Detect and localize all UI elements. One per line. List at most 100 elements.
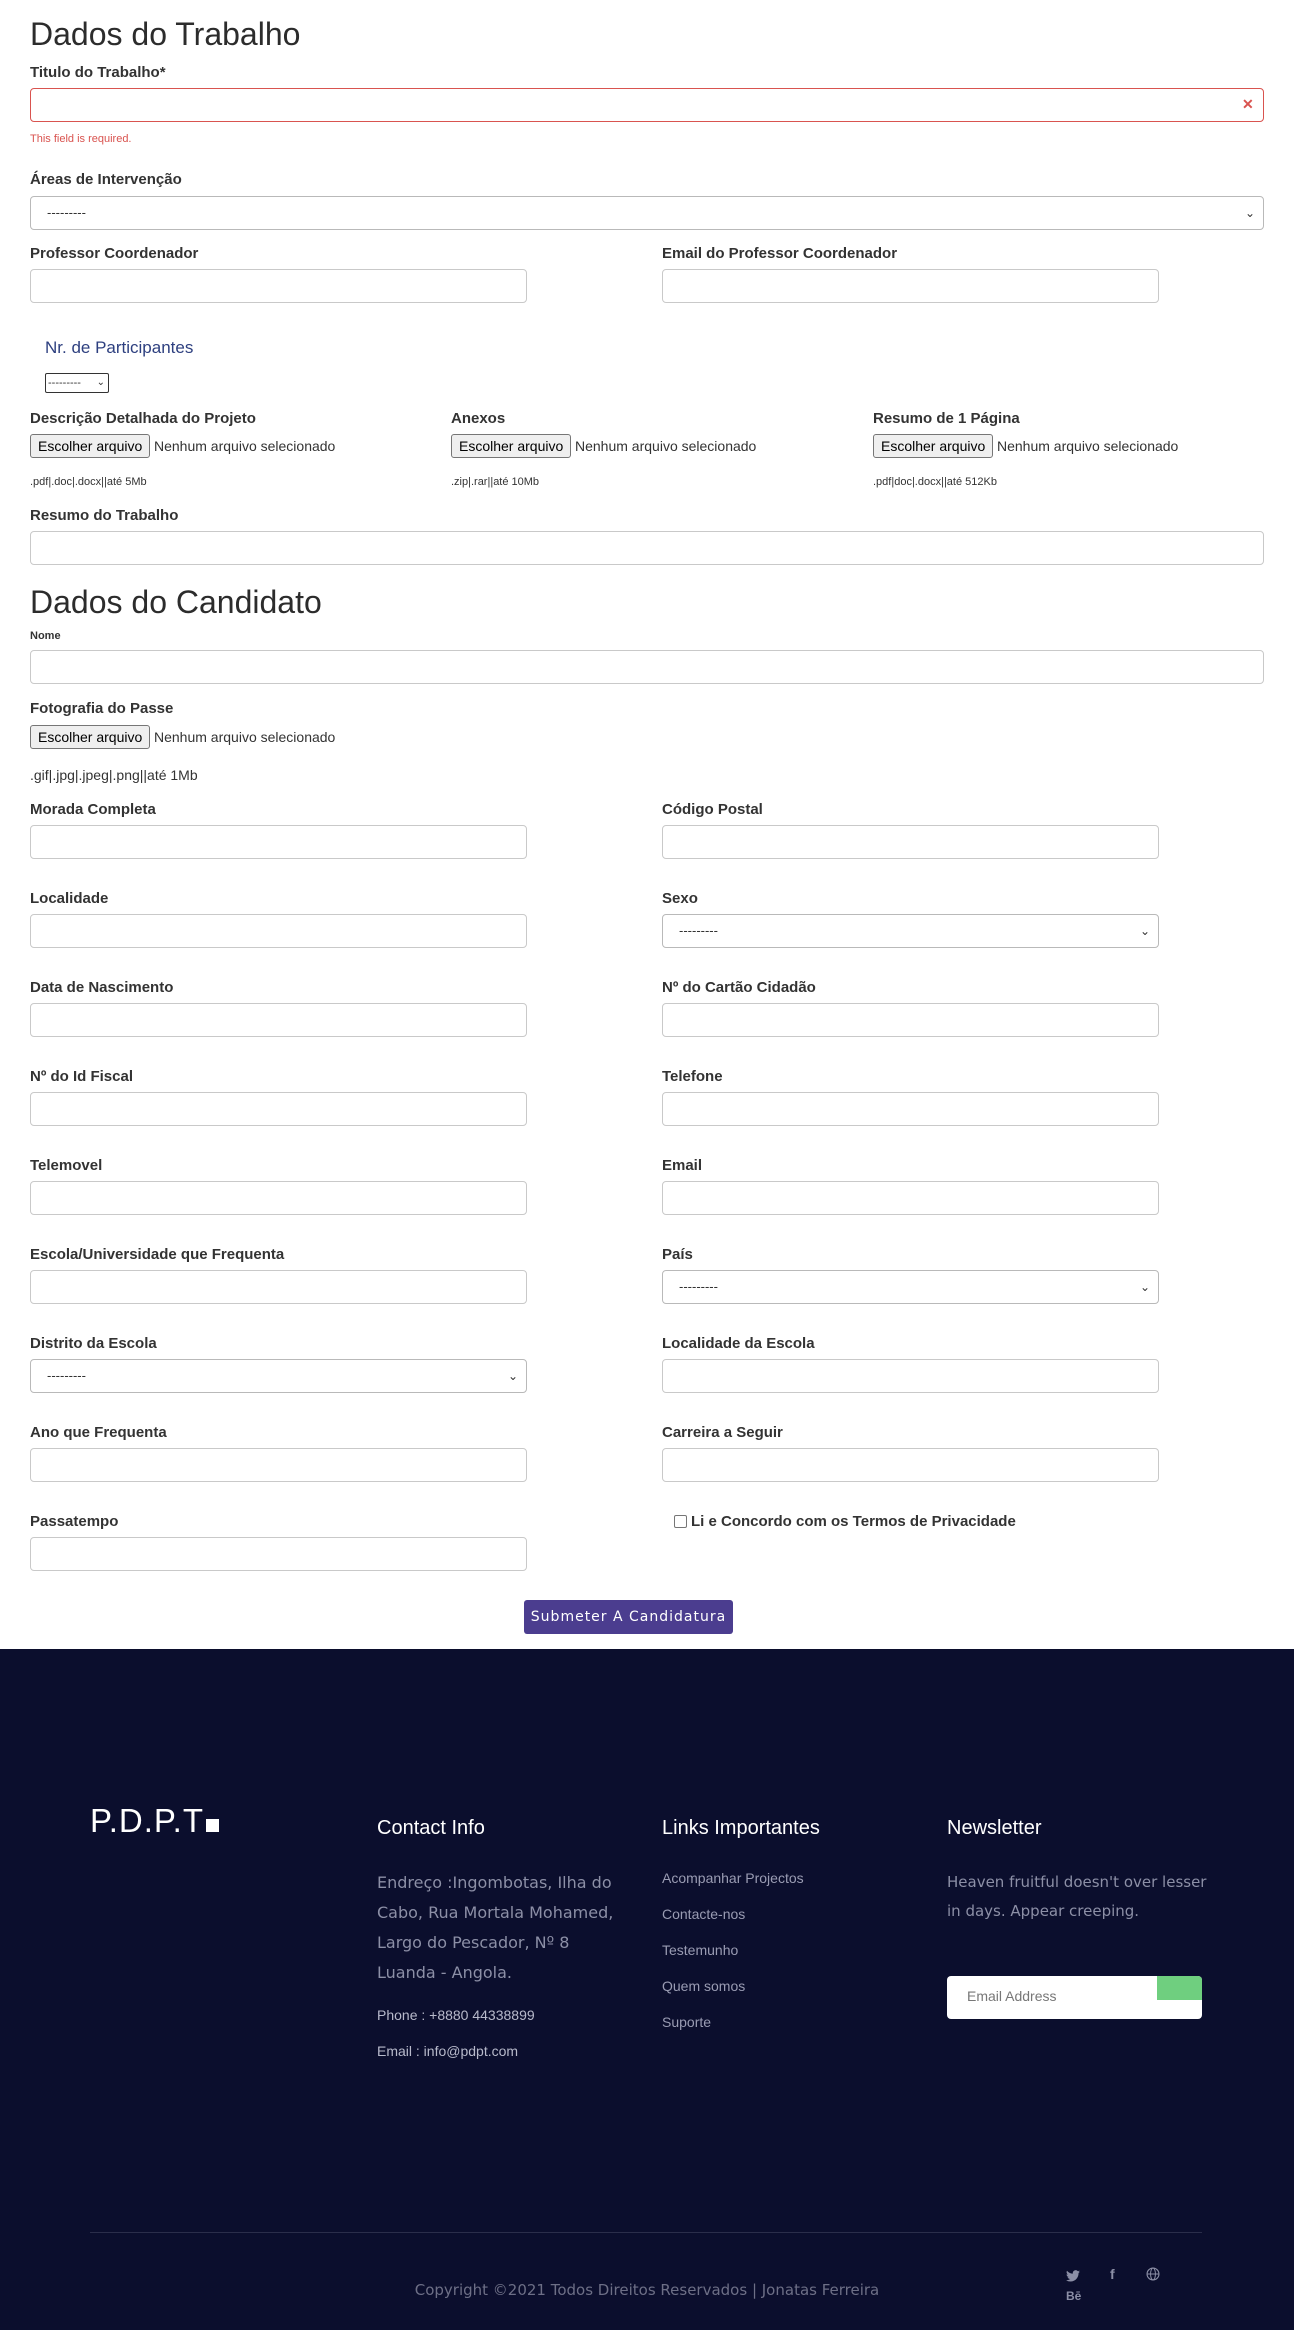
- areas-select[interactable]: --------- ⌄: [30, 196, 1264, 230]
- participantes-select-value: ---------: [48, 377, 81, 389]
- carreira-input[interactable]: [662, 1448, 1159, 1482]
- anexos-hint: .zip|.rar||até 10Mb: [451, 476, 540, 488]
- cartao-input[interactable]: [662, 1003, 1159, 1037]
- newsletter-submit-button[interactable]: [1157, 1976, 1202, 2000]
- areas-label: Áreas de Intervenção: [30, 171, 182, 188]
- areas-select-value: ---------: [47, 205, 86, 220]
- copyright: Copyright ©2021 Todos Direitos Reservado…: [414, 2281, 880, 2299]
- termos-checkbox[interactable]: [674, 1515, 687, 1528]
- distrito-select[interactable]: --------- ⌄: [30, 1359, 527, 1393]
- chevron-down-icon: ⌄: [96, 377, 105, 388]
- descricao-hint: .pdf|.doc|.docx||até 5Mb: [30, 476, 147, 488]
- newsletter-email-placeholder: Email Address: [967, 1988, 1057, 2004]
- links-title: Links Importantes: [662, 1817, 820, 1839]
- telefone-label: Telefone: [662, 1068, 723, 1085]
- facebook-icon[interactable]: f: [1110, 2266, 1115, 2282]
- descricao-file-button[interactable]: Escolher arquivo: [30, 434, 151, 458]
- localidade-label: Localidade: [30, 890, 109, 907]
- carreira-label: Carreira a Seguir: [662, 1424, 783, 1441]
- codigo-input[interactable]: [662, 825, 1159, 859]
- chevron-down-icon: ⌄: [1139, 924, 1150, 938]
- nascimento-input[interactable]: [30, 1003, 527, 1037]
- participantes-select[interactable]: --------- ⌄: [45, 373, 109, 393]
- email-prof-label: Email do Professor Coordenador: [662, 245, 898, 262]
- telemovel-input[interactable]: [30, 1181, 527, 1215]
- sexo-select-value: ---------: [679, 923, 718, 938]
- link-testemunho[interactable]: Testemunho: [662, 1942, 738, 1958]
- resumo-label: Resumo do Trabalho: [30, 507, 179, 524]
- link-acompanhar[interactable]: Acompanhar Projectos: [662, 1870, 804, 1886]
- resumo-input[interactable]: [30, 531, 1264, 565]
- sexo-select[interactable]: --------- ⌄: [662, 914, 1159, 948]
- nascimento-label: Data de Nascimento: [30, 979, 174, 996]
- nome-input[interactable]: [30, 650, 1264, 684]
- footer-logo[interactable]: P.D.P.T: [90, 1802, 220, 1840]
- titulo-label: Titulo do Trabalho*: [30, 64, 166, 81]
- link-contacte[interactable]: Contacte-nos: [662, 1906, 745, 1922]
- pais-select[interactable]: --------- ⌄: [662, 1270, 1159, 1304]
- ano-label: Ano que Frequenta: [30, 1424, 167, 1441]
- telefone-input[interactable]: [662, 1092, 1159, 1126]
- participantes-label: Nr. de Participantes: [45, 338, 194, 357]
- twitter-icon[interactable]: [1066, 2269, 1080, 2285]
- passatempo-label: Passatempo: [30, 1513, 119, 1530]
- codigo-label: Código Postal: [662, 801, 763, 818]
- escola-label: Escola/Universidade que Frequenta: [30, 1246, 285, 1263]
- newsletter-text: Heaven fruitful doesn't over lesser in d…: [947, 1873, 1207, 1920]
- distrito-select-value: ---------: [47, 1368, 86, 1383]
- newsletter-email-input[interactable]: Email Address: [947, 1976, 1202, 2019]
- clear-icon[interactable]: ✕: [1242, 96, 1254, 113]
- contact-address: Endreço :Ingombotas, Ilha do Cabo, Rua M…: [377, 1873, 614, 1982]
- escola-input[interactable]: [30, 1270, 527, 1304]
- descricao-label: Descrição Detalhada do Projeto: [30, 410, 256, 427]
- email-label: Email: [662, 1157, 703, 1174]
- section-title-candidato: Dados do Candidato: [30, 584, 322, 620]
- section-title-trabalho: Dados do Trabalho: [30, 16, 301, 52]
- localidade-escola-input[interactable]: [662, 1359, 1159, 1393]
- link-suporte[interactable]: Suporte: [662, 2014, 711, 2030]
- contact-phone: Phone : +8880 44338899: [377, 2007, 535, 2023]
- chevron-down-icon: ⌄: [1139, 1280, 1150, 1294]
- contact-email: Email : info@pdpt.com: [377, 2043, 519, 2059]
- fiscal-input[interactable]: [30, 1092, 527, 1126]
- morada-input[interactable]: [30, 825, 527, 859]
- distrito-label: Distrito da Escola: [30, 1335, 157, 1352]
- newsletter-title: Newsletter: [947, 1817, 1042, 1839]
- pais-label: País: [662, 1246, 693, 1263]
- email-prof-input[interactable]: [662, 269, 1159, 303]
- professor-input[interactable]: [30, 269, 527, 303]
- titulo-input[interactable]: [30, 88, 1264, 122]
- anexos-label: Anexos: [451, 410, 506, 427]
- submit-button[interactable]: Submeter A Candidatura: [524, 1600, 733, 1634]
- foto-label: Fotografia do Passe: [30, 700, 174, 717]
- resumo1-hint: .pdf|doc|.docx||até 512Kb: [873, 476, 997, 488]
- email-input[interactable]: [662, 1181, 1159, 1215]
- sexo-label: Sexo: [662, 890, 698, 907]
- morada-label: Morada Completa: [30, 801, 156, 818]
- anexos-file-button[interactable]: Escolher arquivo: [451, 434, 572, 458]
- resumo1-label: Resumo de 1 Página: [873, 410, 1020, 427]
- contact-title: Contact Info: [377, 1817, 485, 1839]
- resumo1-file-button[interactable]: Escolher arquivo: [873, 434, 994, 458]
- anexos-file-status: Nenhum arquivo selecionado: [575, 438, 757, 454]
- termos-label[interactable]: Li e Concordo com os Termos de Privacida…: [691, 1513, 1016, 1530]
- chevron-down-icon: ⌄: [507, 1369, 518, 1383]
- fiscal-label: Nº do Id Fiscal: [30, 1068, 133, 1085]
- localidade-input[interactable]: [30, 914, 527, 948]
- foto-file-button[interactable]: Escolher arquivo: [30, 725, 151, 749]
- localidade-escola-label: Localidade da Escola: [662, 1335, 815, 1352]
- logo-square-icon: [206, 1819, 220, 1832]
- pais-select-value: ---------: [679, 1279, 718, 1294]
- footer-logo-text: P.D.P.T: [90, 1802, 205, 1839]
- nome-label: Nome: [30, 630, 61, 642]
- link-quem-somos[interactable]: Quem somos: [662, 1978, 745, 1994]
- footer: P.D.P.T Contact Info Endreço :Ingombotas…: [0, 1649, 1294, 2330]
- footer-divider: [90, 2232, 1202, 2233]
- professor-label: Professor Coordenador: [30, 245, 199, 262]
- behance-icon[interactable]: Bē: [1066, 2289, 1081, 2303]
- passatempo-input[interactable]: [30, 1537, 527, 1571]
- ano-input[interactable]: [30, 1448, 527, 1482]
- chevron-down-icon: ⌄: [1244, 206, 1255, 220]
- globe-icon[interactable]: [1146, 2267, 1160, 2284]
- foto-file-status: Nenhum arquivo selecionado: [154, 729, 336, 745]
